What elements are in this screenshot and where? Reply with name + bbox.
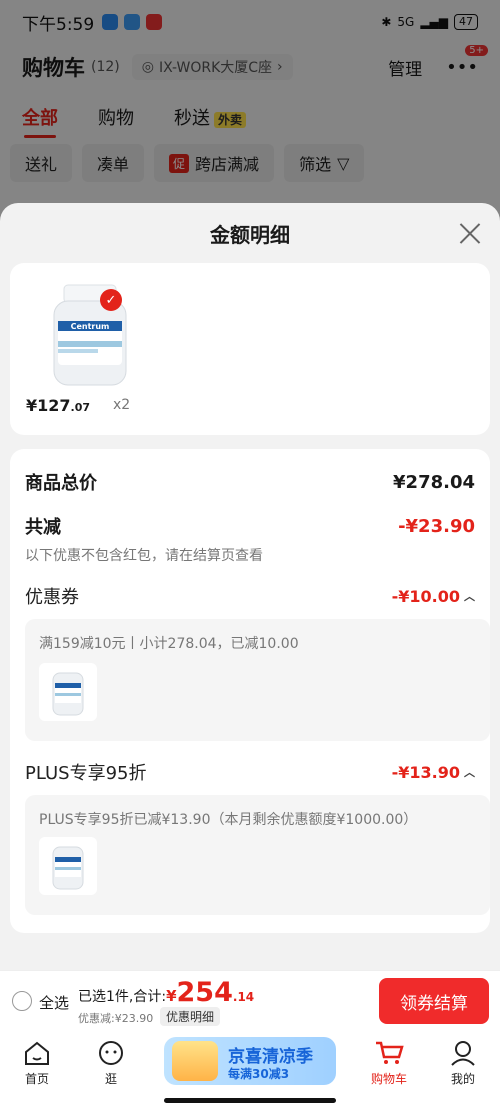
total-row: 商品总价 ¥278.04 (25, 469, 475, 495)
tab-browse-label: 逛 (104, 1072, 117, 1086)
banner-title: 京喜清凉季 (228, 1047, 313, 1067)
plus-detail-box: PLUS专享95折已减¥13.90（本月剩余优惠额度¥1000.00） (25, 795, 490, 915)
tab-mine[interactable]: 我的 (433, 1040, 493, 1087)
coupon-row[interactable]: 优惠券 -¥10.00 ︿ (25, 583, 475, 609)
tab-cart[interactable]: 购物车 (359, 1040, 419, 1087)
select-all-label[interactable]: 全选 (39, 992, 69, 1013)
discount-text: 优惠减:¥23.90 (78, 1012, 154, 1025)
discount-detail-button[interactable]: 优惠明细 (160, 1007, 221, 1026)
product-price-dec: .07 (70, 401, 91, 414)
reduce-value: -¥23.90 (398, 515, 475, 537)
discount-note: 以下优惠不包含红包，请在结算页查看 (25, 548, 263, 564)
coupon-label: 优惠券 (25, 587, 79, 608)
cart-icon (376, 1041, 404, 1064)
plus-value-wrap: -¥13.90 ︿ (392, 763, 475, 782)
product-quantity: x2 (113, 397, 131, 413)
price-breakdown-card: 商品总价 ¥278.04 共减 -¥23.90 以下优惠不包含红包，请在结算页查… (10, 449, 490, 933)
drink-image (172, 1041, 218, 1081)
reduce-label: 共减 (25, 517, 61, 538)
home-icon (25, 1041, 49, 1065)
plus-label: PLUS专享95折 (25, 763, 147, 784)
coupon-value-wrap: -¥10.00 ︿ (392, 587, 475, 606)
select-all-radio[interactable] (12, 991, 32, 1011)
product-brand-text: Centrum (71, 322, 110, 331)
tab-home-label: 首页 (24, 1072, 49, 1086)
plus-value: -¥13.90 (391, 762, 460, 782)
total-value: ¥278.04 (393, 471, 475, 493)
plus-row[interactable]: PLUS专享95折 -¥13.90 ︿ (25, 759, 475, 785)
chevron-up-icon: ︿ (464, 590, 475, 603)
tab-cart-label: 购物车 (370, 1072, 407, 1086)
chevron-up-icon: ︿ (464, 766, 475, 779)
selected-summary: 已选1件,合计: ¥ 254 .14 (78, 979, 254, 1006)
tab-browse[interactable]: 逛 (81, 1040, 141, 1087)
checkout-button[interactable]: 领券结算 (379, 978, 489, 1024)
banner-subtitle: 每满30减3 (228, 1067, 290, 1081)
total-amount-int: 254 (176, 977, 233, 1008)
close-icon[interactable] (458, 221, 482, 245)
plus-product-thumb (39, 837, 97, 895)
product-price: ¥127.07 (26, 396, 90, 415)
user-icon (451, 1041, 475, 1066)
tab-home[interactable]: 首页 (7, 1040, 67, 1087)
browse-icon (99, 1041, 123, 1065)
product-price-int: ¥127 (26, 396, 71, 415)
coupon-product-thumb (39, 663, 97, 721)
selected-check-icon[interactable]: ✓ (100, 289, 122, 311)
coupon-detail-text: 满159减10元丨小计278.04，已减10.00 (39, 636, 299, 652)
sheet-title: 金额明细 (210, 223, 290, 247)
checkout-bar: 全选 已选1件,合计: ¥ 254 .14 优惠减:¥23.90 优惠明细 领券… (0, 970, 500, 1032)
product-card: Centrum ✓ ¥127.07 x2 (10, 263, 490, 435)
total-yen: ¥ (166, 987, 177, 1005)
total-label: 商品总价 (25, 473, 97, 494)
home-indicator (164, 1098, 336, 1103)
selected-text: 已选1件,合计: (78, 989, 167, 1005)
coupon-detail-box: 满159减10元丨小计278.04，已减10.00 (25, 619, 490, 741)
promo-banner[interactable]: 京喜清凉季 每满30减3 (164, 1037, 336, 1085)
coupon-value: -¥10.00 (391, 586, 460, 606)
total-amount-dec: .14 (232, 990, 255, 1004)
plus-detail-text: PLUS专享95折已减¥13.90（本月剩余优惠额度¥1000.00） (39, 812, 418, 828)
reduce-row: 共减 -¥23.90 (25, 513, 475, 539)
tab-mine-label: 我的 (450, 1072, 475, 1086)
